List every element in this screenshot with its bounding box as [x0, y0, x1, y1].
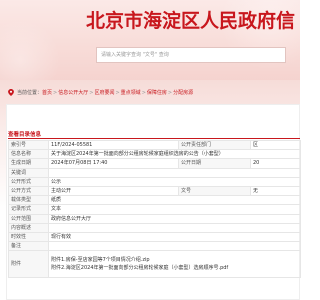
published-date-value: 20 — [250, 158, 301, 169]
remarks-label: 备注 — [8, 241, 49, 252]
location-label: 公开范围 — [8, 213, 49, 224]
table-row: 备注 — [8, 241, 301, 252]
index-no-value: 11F/2024-05581 — [48, 139, 179, 151]
breadcrumb-item-news[interactable]: 区府要闻 — [94, 89, 114, 96]
panel-title: 查看目录信息 — [8, 132, 42, 138]
table-row: 生成日期 2024年07月08日 17:40 公开日期 20 — [8, 158, 301, 169]
breadcrumb: 当前位置： 首页 > 信息公开大厅 > 区府要闻 > 重点领域 > 保障住房 >… — [8, 89, 193, 96]
breadcrumb-separator: > — [53, 89, 58, 96]
breadcrumb-separator: > — [167, 89, 173, 96]
attachments-cell: 附件1.房保-至店家园等7个项目情况介绍.zip 附件2.海淀区2024年第一批… — [48, 250, 301, 279]
publish-type-value: 主动公开 — [48, 185, 179, 197]
site-banner: 北京市海淀区人民政府信 — [0, 0, 300, 80]
attachments-label: 附件 — [8, 250, 49, 279]
validity-value: 现行有效 — [48, 231, 301, 243]
breadcrumb-item-key-areas[interactable]: 重点领域 — [121, 89, 141, 96]
publish-type-label: 公开方式 — [8, 185, 49, 197]
attachment-link-1[interactable]: 附件1.房保-至店家园等7个项目情况介绍.zip — [51, 256, 298, 264]
doc-no-label: 文号 — [178, 185, 251, 197]
table-row: 附件 附件1.房保-至店家园等7个项目情况介绍.zip 附件2.海淀区2024年… — [8, 250, 301, 279]
table-row: 公开范围 政府信息公开大厅 — [8, 213, 301, 224]
breadcrumb-separator: > — [89, 89, 94, 96]
table-row: 公开形式 公示 — [8, 176, 301, 187]
panel-title-divider — [8, 138, 300, 139]
keywords-value — [48, 167, 301, 178]
publisher-value: 区 — [250, 139, 301, 151]
record-form-value: 文本 — [48, 204, 301, 215]
generated-date-value: 2024年07月08日 17:40 — [48, 158, 179, 169]
search-input[interactable] — [101, 49, 281, 61]
carrier-value: 纸质 — [48, 195, 301, 206]
remarks-value — [48, 241, 301, 252]
summary-value — [48, 222, 301, 233]
published-date-label: 公开日期 — [178, 158, 251, 169]
breadcrumb-item-allocation[interactable]: 分配房源 — [173, 89, 193, 96]
breadcrumb-separator: > — [141, 89, 146, 96]
attachment-link-2[interactable]: 附件2.海淀区2024年第一批面向部分公租房轮候家庭（小套型）选房顺序号.pdf — [51, 264, 298, 272]
publisher-label: 公开责任部门 — [178, 139, 251, 151]
search-box[interactable] — [96, 47, 286, 63]
breadcrumb-item-info-hall[interactable]: 信息公开大厅 — [58, 89, 88, 96]
validity-label: 时效性 — [8, 231, 49, 243]
site-title: 北京市海淀区人民政府信 — [86, 10, 296, 32]
table-row: 公开方式 主动公开 文号 无 — [8, 185, 301, 197]
name-value: 关于海淀区2024年第一批面向部分公租房轮候家庭组织选房的公告（小套型） — [48, 149, 301, 160]
breadcrumb-separator: > — [115, 89, 120, 96]
table-row: 时效性 现行有效 — [8, 231, 301, 243]
table-row: 关键词 — [8, 167, 301, 178]
breadcrumb-item-housing[interactable]: 保障住房 — [147, 89, 167, 96]
breadcrumb-prefix: 当前位置： — [17, 90, 43, 96]
publish-form-label: 公开形式 — [8, 176, 49, 187]
location-pin-icon — [8, 89, 14, 96]
metadata-table: 索引号 11F/2024-05581 公开责任部门 区 信息名称 关于海淀区20… — [8, 139, 301, 279]
publish-form-value: 公示 — [48, 176, 301, 187]
index-no-label: 索引号 — [8, 139, 49, 151]
generated-date-label: 生成日期 — [8, 158, 49, 169]
table-row: 载体类型 纸质 — [8, 195, 301, 206]
name-label: 信息名称 — [8, 149, 49, 160]
table-row: 索引号 11F/2024-05581 公开责任部门 区 — [8, 139, 301, 151]
summary-label: 内容概述 — [8, 222, 49, 233]
table-row: 内容概述 — [8, 222, 301, 233]
location-value: 政府信息公开大厅 — [48, 213, 301, 224]
record-form-label: 记录形式 — [8, 204, 49, 215]
doc-no-value: 无 — [250, 185, 301, 197]
table-row: 记录形式 文本 — [8, 204, 301, 215]
keywords-label: 关键词 — [8, 167, 49, 178]
table-row: 信息名称 关于海淀区2024年第一批面向部分公租房轮候家庭组织选房的公告（小套型… — [8, 149, 301, 160]
breadcrumb-item-home[interactable]: 首页 — [42, 89, 52, 96]
carrier-label: 载体类型 — [8, 195, 49, 206]
